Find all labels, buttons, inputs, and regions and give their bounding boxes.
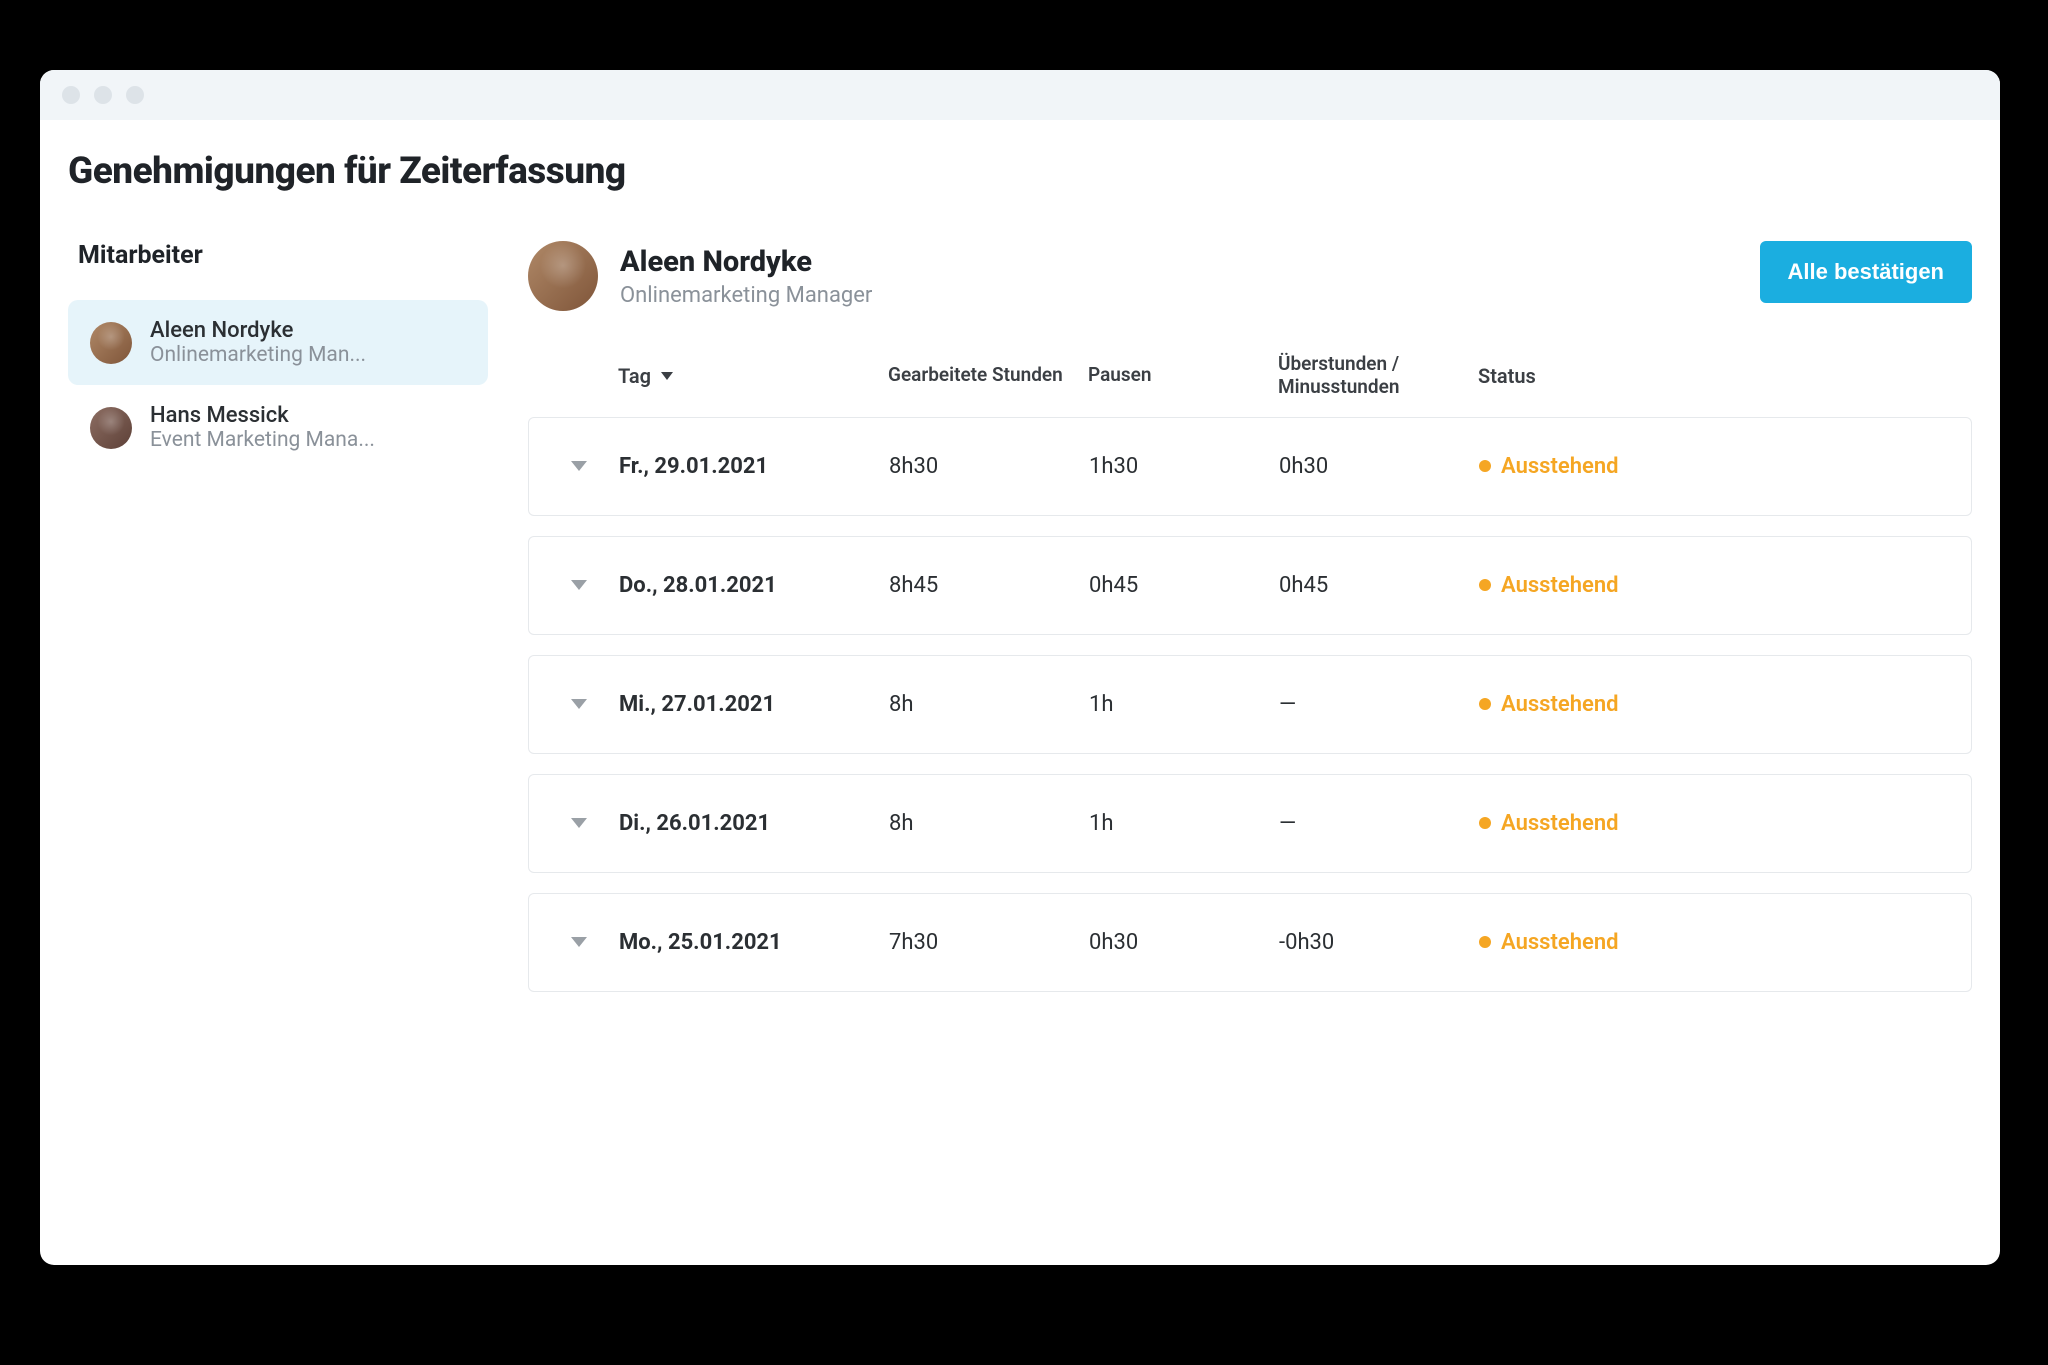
cell-status: Ausstehend [1479,692,1961,717]
status-dot-icon [1479,460,1491,472]
profile-role: Onlinemarketing Manager [620,283,872,308]
avatar [90,322,132,364]
cell-status: Ausstehend [1479,573,1961,598]
col-worked[interactable]: Gearbeitete Stunden [888,364,1088,387]
cell-worked: 8h [889,811,1089,836]
cell-status: Ausstehend [1479,454,1961,479]
cell-day: Mi., 27.01.2021 [619,692,889,717]
cell-overtime: 0h30 [1279,454,1479,479]
employee-text: Aleen Nordyke Onlinemarketing Man... [150,318,366,367]
avatar [528,241,598,311]
table-row[interactable]: Di., 26.01.20218h1h— Ausstehend [528,774,1972,873]
expand-toggle[interactable] [539,699,619,709]
cell-breaks: 1h [1089,811,1279,836]
cell-breaks: 0h30 [1089,930,1279,955]
detail-header: Aleen Nordyke Onlinemarketing Manager Al… [528,241,1972,311]
cell-day: Do., 28.01.2021 [619,573,889,598]
chevron-down-icon [571,580,587,590]
cell-status: Ausstehend [1479,811,1961,836]
status-label: Ausstehend [1501,930,1619,955]
status-label: Ausstehend [1501,573,1619,598]
status-dot-icon [1479,817,1491,829]
table-row[interactable]: Fr., 29.01.20218h301h300h30 Ausstehend [528,417,1972,516]
employee-item[interactable]: Hans Messick Event Marketing Mana... [68,385,488,470]
avatar [90,407,132,449]
chevron-down-icon [571,937,587,947]
col-overtime[interactable]: Überstunden / Minusstunden [1278,353,1478,399]
cell-day: Di., 26.01.2021 [619,811,889,836]
status-dot-icon [1479,698,1491,710]
cell-worked: 8h30 [889,454,1089,479]
cell-status: Ausstehend [1479,930,1961,955]
table-row[interactable]: Do., 28.01.20218h450h450h45Ausstehend [528,536,1972,635]
table-rows: Fr., 29.01.20218h301h300h30AusstehendDo.… [528,417,1972,992]
cell-worked: 8h45 [889,573,1089,598]
page-content: Genehmigungen für Zeiterfassung Mitarbei… [40,120,2000,1265]
window-zoom-icon[interactable] [126,86,144,104]
cell-overtime: — [1279,811,1479,836]
confirm-all-button[interactable]: Alle bestätigen [1760,241,1972,303]
sort-desc-icon [661,372,673,380]
col-day[interactable]: Tag [618,364,888,388]
employee-name: Hans Messick [150,403,375,428]
employee-text: Hans Messick Event Marketing Mana... [150,403,375,452]
employee-sidebar: Mitarbeiter Aleen Nordyke Onlinemarketin… [68,241,488,1225]
window-minimize-icon[interactable] [94,86,112,104]
profile-text: Aleen Nordyke Onlinemarketing Manager [620,245,872,308]
employee-detail: Aleen Nordyke Onlinemarketing Manager Al… [488,241,1972,1225]
col-status[interactable]: Status [1478,364,1962,388]
profile: Aleen Nordyke Onlinemarketing Manager [528,241,872,311]
employee-name: Aleen Nordyke [150,318,366,343]
table-row[interactable]: Mi., 27.01.20218h1h— Ausstehend [528,655,1972,754]
cell-overtime: 0h45 [1279,573,1479,598]
cell-day: Mo., 25.01.2021 [619,930,889,955]
status-label: Ausstehend [1501,811,1619,836]
employee-role: Event Marketing Mana... [150,428,375,452]
app-window: Genehmigungen für Zeiterfassung Mitarbei… [40,70,2000,1265]
time-table: Tag Gearbeitete Stunden Pausen Überstund… [528,353,1972,992]
table-header: Tag Gearbeitete Stunden Pausen Überstund… [528,353,1972,417]
cell-breaks: 1h [1089,692,1279,717]
chevron-down-icon [571,461,587,471]
cell-breaks: 0h45 [1089,573,1279,598]
status-dot-icon [1479,936,1491,948]
cell-worked: 7h30 [889,930,1089,955]
status-dot-icon [1479,579,1491,591]
col-breaks[interactable]: Pausen [1088,364,1278,387]
status-label: Ausstehend [1501,692,1619,717]
employee-role: Onlinemarketing Man... [150,343,366,367]
cell-overtime: -0h30 [1279,930,1479,955]
cell-day: Fr., 29.01.2021 [619,454,889,479]
status-label: Ausstehend [1501,454,1619,479]
col-day-label: Tag [618,364,651,388]
page-body: Mitarbeiter Aleen Nordyke Onlinemarketin… [68,241,1972,1225]
profile-name: Aleen Nordyke [620,245,872,279]
cell-breaks: 1h30 [1089,454,1279,479]
expand-toggle[interactable] [539,461,619,471]
cell-worked: 8h [889,692,1089,717]
employee-item[interactable]: Aleen Nordyke Onlinemarketing Man... [68,300,488,385]
chevron-down-icon [571,699,587,709]
sidebar-heading: Mitarbeiter [68,241,488,270]
table-row[interactable]: Mo., 25.01.20217h300h30-0h30 Ausstehend [528,893,1972,992]
expand-toggle[interactable] [539,937,619,947]
cell-overtime: — [1279,692,1479,717]
chevron-down-icon [571,818,587,828]
window-titlebar [40,70,2000,120]
expand-toggle[interactable] [539,580,619,590]
expand-toggle[interactable] [539,818,619,828]
window-close-icon[interactable] [62,86,80,104]
page-title: Genehmigungen für Zeiterfassung [68,150,1972,193]
